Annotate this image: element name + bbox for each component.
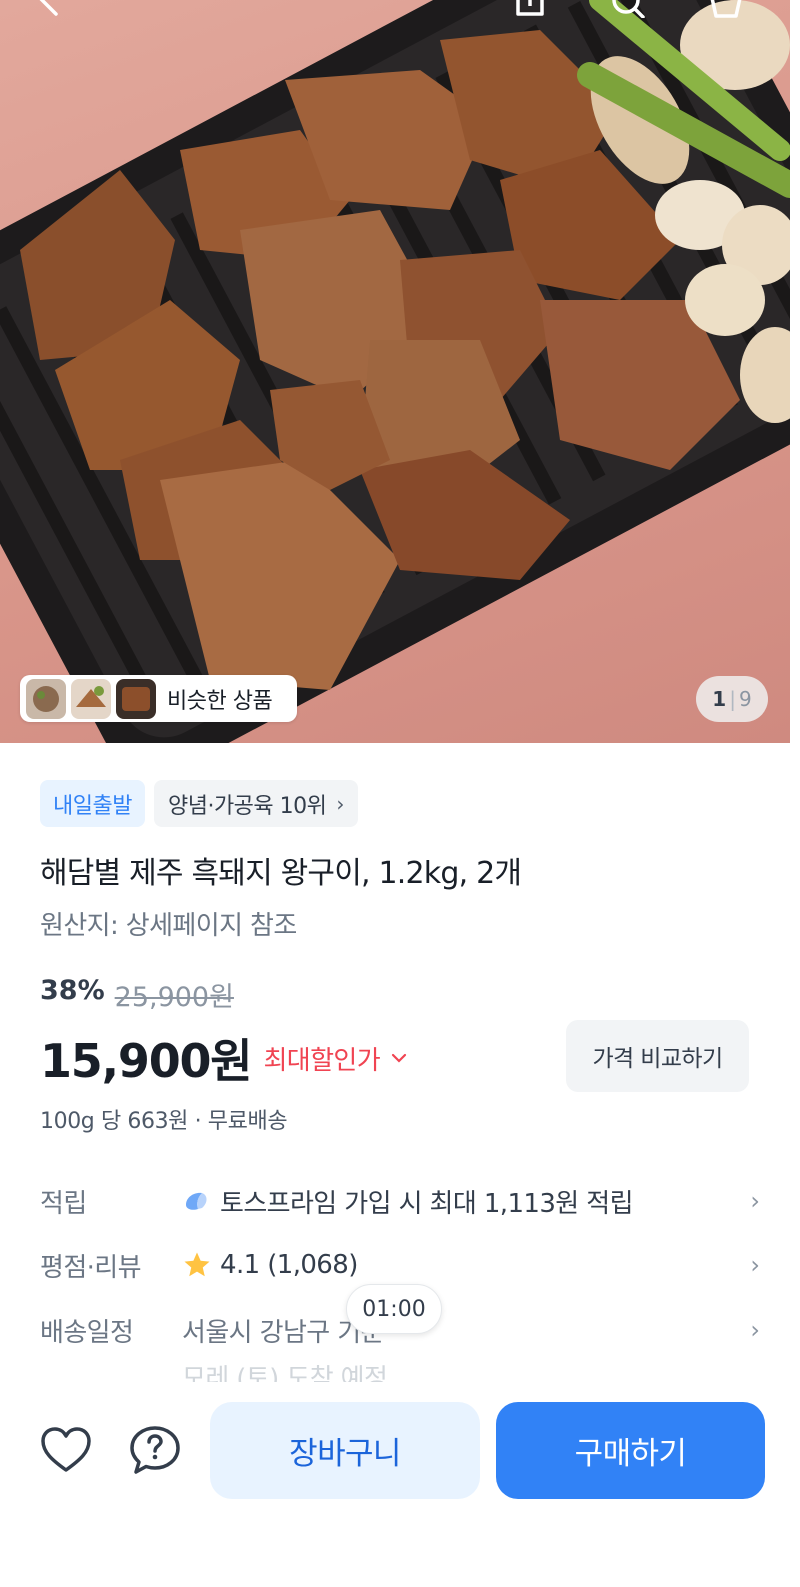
rating-value: 4.1 (1,068) (220, 1250, 358, 1280)
chevron-right-icon: › (750, 1251, 760, 1279)
product-origin: 원산지: 상세페이지 참조 (40, 911, 297, 941)
discount-rate: 38% (40, 975, 105, 1006)
shipping-value: 서울시 강남구 기준 (182, 1317, 384, 1348)
similar-products-label: 비슷한 상품 (167, 688, 273, 714)
badge-row: 내일출발 양념·가공육 10위 › (40, 780, 358, 827)
buy-now-button[interactable]: 구매하기 (496, 1402, 765, 1499)
product-photo (0, 0, 790, 743)
star-icon (184, 1252, 210, 1277)
max-discount-label: 최대할인가 (263, 1045, 381, 1076)
timer-bubble: 01:00 (346, 1284, 442, 1334)
back-icon[interactable] (28, 0, 68, 18)
similar-products-button[interactable]: 비슷한 상품 (20, 675, 297, 722)
heart-icon[interactable] (38, 1422, 94, 1478)
add-to-cart-button[interactable]: 장바구니 (210, 1402, 480, 1499)
share-icon[interactable] (510, 0, 550, 18)
category-rank-badge[interactable]: 양념·가공육 10위 › (153, 780, 358, 827)
image-page-indicator: 1 | 9 (696, 676, 768, 722)
chevron-down-icon (391, 1053, 407, 1063)
rating-review-row[interactable]: 평점·리뷰 4.1 (1,068) › (40, 1240, 760, 1290)
chevron-right-icon: › (336, 791, 344, 816)
points-value: 토스프라임 가입 시 최대 1,113원 적립 (220, 1188, 634, 1219)
shipping-label: 배송일정 (40, 1317, 134, 1348)
search-icon[interactable] (608, 0, 648, 18)
discount-row: 38% 25,900원 (40, 975, 234, 1014)
delivery-badge: 내일출발 (40, 780, 145, 827)
points-row[interactable]: 적립 토스프라임 가입 시 최대 1,113원 적립 › (40, 1176, 760, 1226)
similar-thumbnail (116, 678, 156, 719)
rating-label: 평점·리뷰 (40, 1252, 142, 1283)
chevron-right-icon: › (750, 1316, 760, 1344)
similar-thumbnail (26, 678, 66, 719)
points-label: 적립 (40, 1188, 87, 1219)
similar-thumbnail (71, 678, 111, 719)
category-rank-label: 양념·가공육 10위 (167, 793, 327, 819)
price-compare-button[interactable]: 가격 비교하기 (566, 1020, 749, 1092)
sale-price: 15,900원 (40, 1034, 253, 1088)
page-separator: | (729, 687, 736, 711)
product-title: 해담별 제주 흑돼지 왕구이, 1.2kg, 2개 (40, 856, 522, 891)
product-image[interactable]: 비슷한 상품 1 | 9 (0, 0, 790, 743)
chevron-right-icon: › (750, 1187, 760, 1215)
original-price: 25,900원 (114, 982, 234, 1013)
page-total: 9 (738, 687, 752, 711)
unit-price-shipping: 100g 당 663원 · 무료배송 (40, 1109, 288, 1134)
price-row: 15,900원 최대할인가 (40, 1025, 408, 1091)
cart-icon[interactable] (706, 0, 746, 18)
max-discount-toggle[interactable]: 최대할인가 (263, 1040, 408, 1077)
question-icon[interactable] (127, 1422, 183, 1478)
page-current: 1 (712, 687, 727, 711)
toss-prime-icon (186, 1192, 207, 1210)
